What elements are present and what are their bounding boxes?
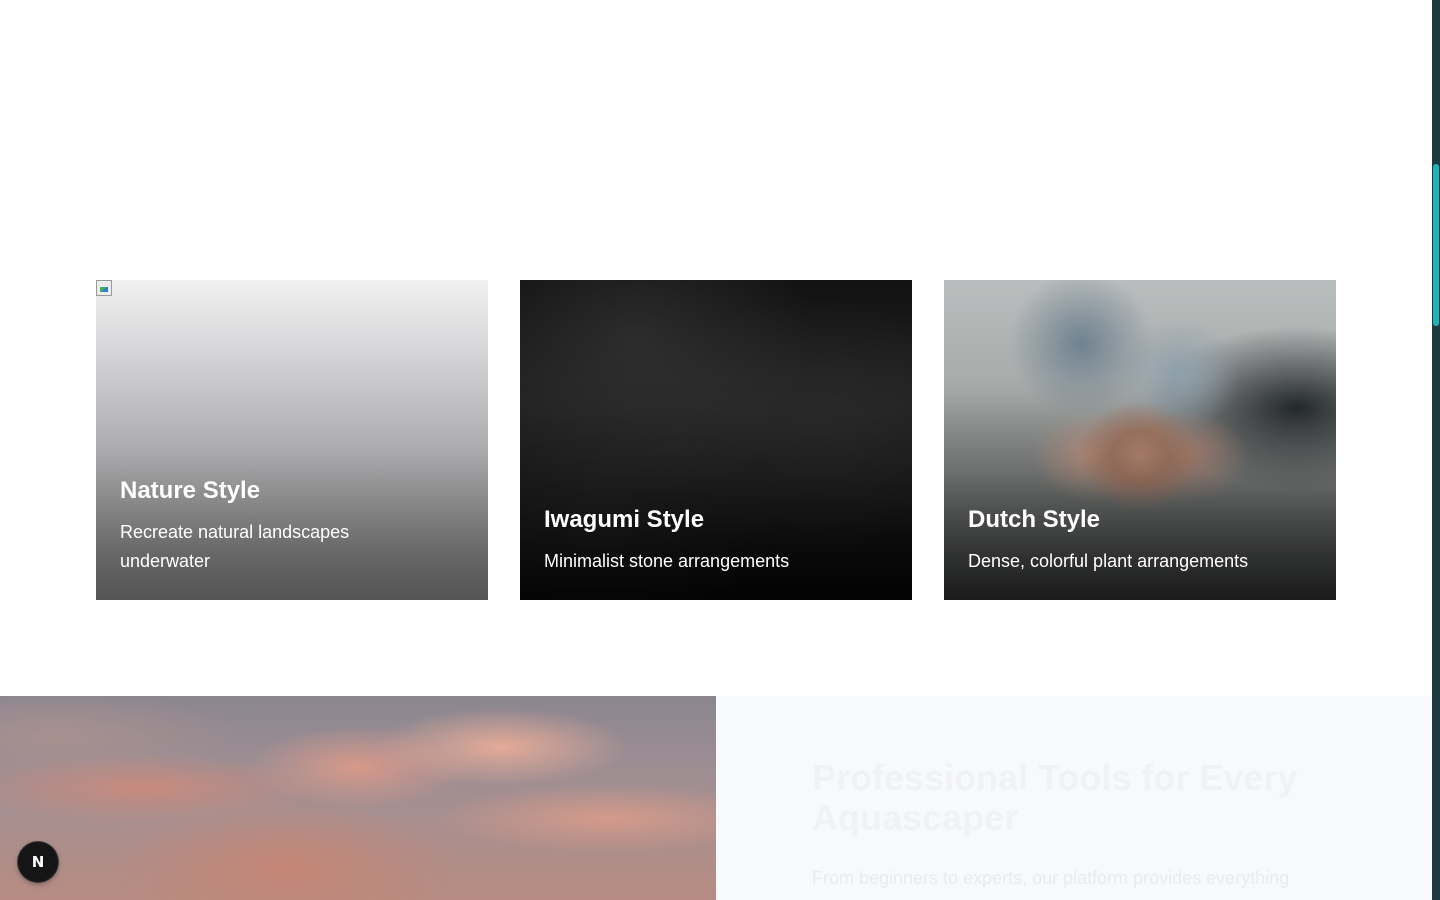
card-title: Iwagumi Style	[544, 506, 705, 533]
tools-panel: Professional Tools for Every Aquascaper …	[716, 696, 1432, 900]
page: Nature Style Recreate natural landscapes…	[0, 0, 1432, 900]
badge-letter: N	[31, 853, 45, 871]
tools-section: Professional Tools for Every Aquascaper …	[0, 696, 1432, 900]
card-description: Recreate natural landscapes underwater	[120, 522, 350, 571]
card-description: Minimalist stone arrangements	[544, 551, 790, 571]
card-description: Dense, colorful plant arrangements	[968, 551, 1249, 571]
card-title: Dutch Style	[968, 506, 1101, 533]
style-card-nature[interactable]: Nature Style Recreate natural landscapes…	[96, 280, 488, 600]
style-cards-grid: Nature Style Recreate natural landscapes…	[96, 280, 1336, 600]
card-caption: Dutch Style Dense, colorful plant arrang…	[968, 503, 1312, 576]
card-title: Nature Style	[120, 477, 261, 504]
page-scrollbar[interactable]	[1432, 0, 1440, 900]
clouds-image	[0, 696, 716, 900]
scrollbar-thumb[interactable]	[1433, 164, 1439, 326]
style-card-iwagumi[interactable]: Iwagumi Style Minimalist stone arrangeme…	[520, 280, 912, 600]
tools-heading: Professional Tools for Every Aquascaper	[812, 757, 1298, 838]
style-card-dutch[interactable]: Dutch Style Dense, colorful plant arrang…	[944, 280, 1336, 600]
card-caption: Iwagumi Style Minimalist stone arrangeme…	[544, 503, 888, 576]
nextjs-dev-badge-icon[interactable]: N	[18, 842, 58, 882]
card-caption: Nature Style Recreate natural landscapes…	[120, 474, 464, 576]
tools-subtitle: From beginners to experts, our platform …	[812, 868, 1290, 888]
